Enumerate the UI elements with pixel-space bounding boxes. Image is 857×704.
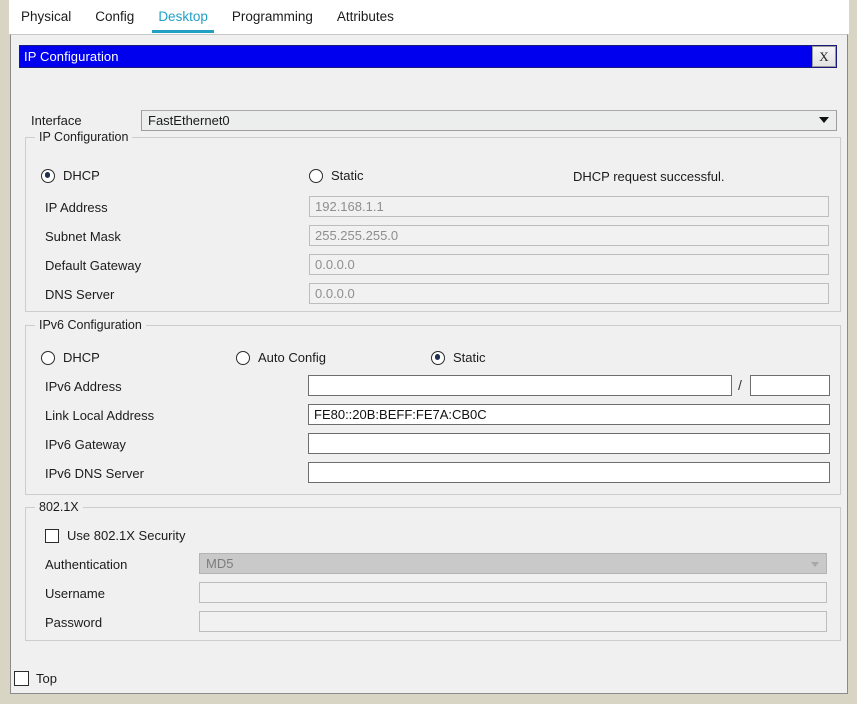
dns-server-label: DNS Server	[45, 287, 115, 302]
ipv6-dns-server-field[interactable]	[308, 462, 830, 483]
ip-address-field[interactable]: 192.168.1.1	[309, 196, 829, 217]
dialog-title-bar: IP Configuration X	[19, 45, 837, 68]
chevron-down-icon[interactable]	[819, 117, 829, 123]
authentication-label: Authentication	[45, 557, 128, 572]
username-label: Username	[45, 586, 105, 601]
ipv6-gateway-field[interactable]	[308, 433, 830, 454]
ipv6-prefix-field[interactable]	[750, 375, 830, 396]
radio-ipv6-autoconfig[interactable]: Auto Config	[236, 350, 326, 365]
subnet-mask-label: Subnet Mask	[45, 229, 121, 244]
interface-row: Interface FastEthernet0	[19, 110, 837, 132]
desktop-panel: IP Configuration X Interface FastEtherne…	[10, 34, 848, 694]
password-field[interactable]	[199, 611, 827, 632]
ipv6-group-legend: IPv6 Configuration	[35, 318, 146, 332]
radio-ipv6-autoconfig-label: Auto Config	[258, 350, 326, 365]
tab-programming[interactable]: Programming	[220, 0, 325, 34]
link-local-address-field[interactable]: FE80::20B:BEFF:FE7A:CB0C	[308, 404, 830, 425]
authentication-select[interactable]: MD5	[199, 553, 827, 574]
ipv4-group-legend: IP Configuration	[35, 130, 133, 144]
ipv6-dns-server-label: IPv6 DNS Server	[45, 466, 144, 481]
tab-physical[interactable]: Physical	[9, 0, 83, 34]
ipv6-address-field[interactable]	[308, 375, 732, 396]
radio-ipv6-static[interactable]: Static	[431, 350, 486, 365]
use-8021x-security-label: Use 802.1X Security	[67, 528, 186, 543]
tab-bar: Physical Config Desktop Programming Attr…	[9, 0, 849, 34]
top-checkbox-label: Top	[36, 671, 57, 686]
default-gateway-label: Default Gateway	[45, 258, 142, 273]
username-field[interactable]	[199, 582, 827, 603]
tab-attributes[interactable]: Attributes	[325, 0, 406, 34]
close-icon[interactable]: X	[812, 46, 836, 67]
ip-address-label: IP Address	[45, 200, 108, 215]
password-label: Password	[45, 615, 103, 630]
app-window: Physical Config Desktop Programming Attr…	[0, 0, 857, 704]
default-gateway-field[interactable]: 0.0.0.0	[309, 254, 829, 275]
use-8021x-security-checkbox[interactable]: Use 802.1X Security	[45, 528, 186, 543]
top-checkbox[interactable]: Top	[14, 671, 57, 686]
ipv6-address-label: IPv6 Address	[45, 379, 122, 394]
radio-dot-icon	[41, 168, 55, 183]
checkbox-icon	[14, 671, 29, 686]
dot1x-group-legend: 802.1X	[35, 500, 83, 514]
tab-config[interactable]: Config	[83, 0, 146, 34]
checkbox-icon	[45, 528, 59, 543]
radio-ipv4-dhcp-label: DHCP	[63, 168, 100, 183]
radio-ipv4-dhcp[interactable]: DHCP	[41, 168, 100, 183]
chevron-down-icon	[811, 562, 819, 567]
ipv6-gateway-label: IPv6 Gateway	[45, 437, 126, 452]
prefix-separator: /	[738, 377, 742, 393]
interface-label: Interface	[31, 113, 82, 128]
radio-ipv4-static[interactable]: Static	[309, 168, 364, 183]
radio-ipv6-dhcp-label: DHCP	[63, 350, 100, 365]
dhcp-status-text: DHCP request successful.	[573, 169, 725, 184]
tab-desktop[interactable]: Desktop	[146, 0, 220, 34]
radio-ipv6-dhcp[interactable]: DHCP	[41, 350, 100, 365]
subnet-mask-field[interactable]: 255.255.255.0	[309, 225, 829, 246]
radio-dot-icon	[41, 350, 55, 365]
dialog-title: IP Configuration	[24, 49, 119, 64]
radio-ipv6-static-label: Static	[453, 350, 486, 365]
dns-server-field[interactable]: 0.0.0.0	[309, 283, 829, 304]
radio-dot-icon	[309, 168, 323, 183]
radio-ipv4-static-label: Static	[331, 168, 364, 183]
interface-select[interactable]: FastEthernet0	[141, 110, 837, 131]
radio-dot-icon	[236, 350, 250, 365]
link-local-address-label: Link Local Address	[45, 408, 155, 423]
radio-dot-icon	[431, 350, 445, 365]
